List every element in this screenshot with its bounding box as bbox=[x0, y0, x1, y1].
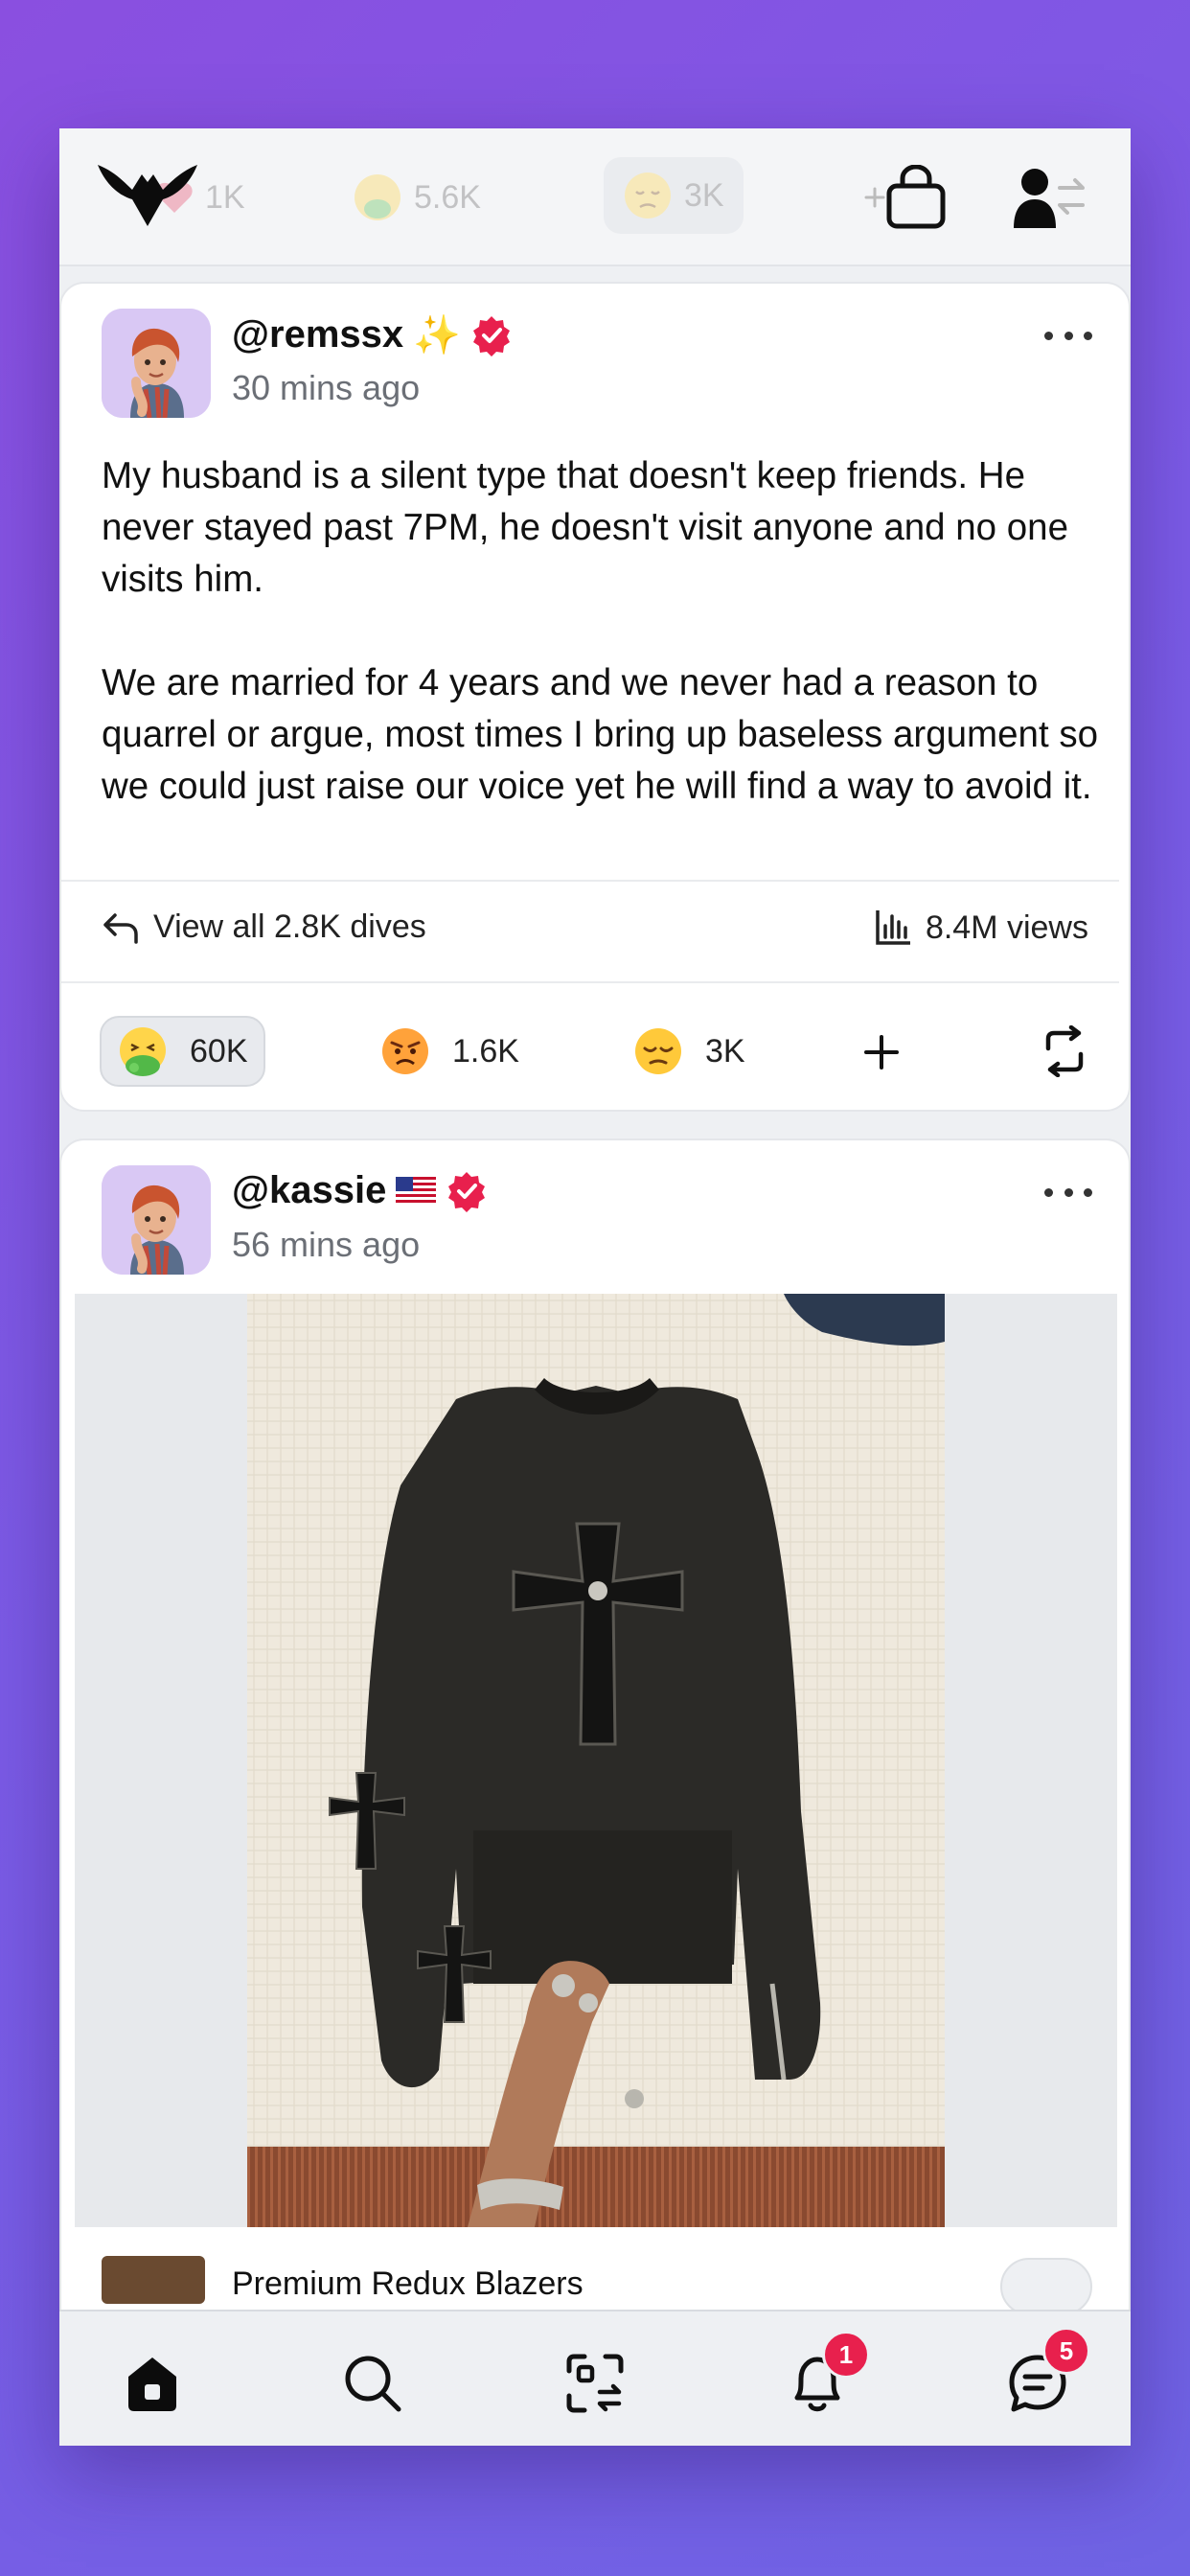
bar-chart-icon bbox=[876, 910, 910, 945]
reaction-count: 60K bbox=[190, 1032, 248, 1070]
home-icon[interactable] bbox=[119, 2350, 186, 2417]
messages-badge: 5 bbox=[1042, 2327, 1090, 2375]
avatar[interactable] bbox=[102, 309, 211, 418]
more-options-icon[interactable] bbox=[1044, 1188, 1092, 1204]
view-dives-link[interactable]: View all 2.8K dives bbox=[102, 908, 426, 946]
reaction-count: 1.6K bbox=[452, 1032, 519, 1070]
scan-exchange-icon[interactable] bbox=[561, 2350, 629, 2417]
post-time: 56 mins ago bbox=[232, 1225, 421, 1264]
us-flag-icon bbox=[396, 1176, 437, 1206]
post-card: @remssx ✨ 30 mins ago My husband is a si… bbox=[59, 282, 1131, 1112]
more-options-icon[interactable] bbox=[1044, 332, 1092, 347]
shopping-bag-add-icon[interactable] bbox=[862, 165, 949, 230]
notifications-badge: 1 bbox=[822, 2331, 870, 2379]
sparkles-icon: ✨ bbox=[413, 313, 461, 357]
add-to-bag-button[interactable] bbox=[1000, 2258, 1092, 2315]
stat-value: 5.6K bbox=[414, 178, 481, 216]
product-thumbnail[interactable] bbox=[102, 2256, 205, 2304]
post-author[interactable]: @remssx ✨ bbox=[232, 312, 513, 357]
views-count: 8.4M views bbox=[874, 908, 1088, 947]
memoji-avatar-icon bbox=[102, 1165, 211, 1275]
stat-pensive: 3K bbox=[604, 157, 744, 234]
reaction-bar: 60K 1.6K 3K bbox=[61, 1008, 1131, 1094]
post-author[interactable]: @kassie bbox=[232, 1169, 488, 1212]
bottom-tab-bar: 1 5 bbox=[59, 2310, 1131, 2446]
search-icon[interactable] bbox=[339, 2350, 406, 2417]
app-logo[interactable] bbox=[96, 161, 199, 228]
reaction-pensive[interactable]: 3K bbox=[632, 1016, 745, 1087]
views-label: 8.4M views bbox=[925, 908, 1088, 946]
add-reaction-icon[interactable] bbox=[862, 1033, 901, 1071]
post-paragraph: We are married for 4 years and we never … bbox=[102, 662, 1099, 807]
switch-account-icon[interactable] bbox=[1012, 163, 1092, 230]
nauseated-face-icon bbox=[120, 1027, 166, 1076]
post-paragraph: My husband is a silent type that doesn't… bbox=[102, 455, 1069, 600]
reaction-count: 3K bbox=[705, 1032, 745, 1070]
divider bbox=[61, 880, 1119, 882]
repost-icon[interactable] bbox=[1037, 1025, 1092, 1077]
pensive-face-icon bbox=[635, 1028, 681, 1074]
reaction-nauseated[interactable]: 60K bbox=[100, 1016, 265, 1087]
nauseated-face-icon bbox=[355, 174, 400, 220]
pensive-face-icon bbox=[625, 172, 671, 218]
top-bar: 1K 5.6K 3K bbox=[59, 128, 1131, 266]
handle-text: @remssx bbox=[232, 313, 404, 356]
stat-nauseated: 5.6K bbox=[353, 128, 481, 266]
stat-value: 1K bbox=[205, 178, 245, 216]
post-card: @kassie 56 mins ago Premium Redux Blazer… bbox=[59, 1138, 1131, 2384]
post-time: 30 mins ago bbox=[232, 368, 421, 407]
verified-badge-icon bbox=[472, 315, 510, 356]
dives-label: View all 2.8K dives bbox=[153, 908, 426, 945]
leather-jacket-photo bbox=[247, 1294, 945, 2227]
verified-badge-icon bbox=[448, 1171, 486, 1212]
handle-text: @kassie bbox=[232, 1169, 387, 1211]
reply-arrow-icon bbox=[103, 912, 138, 944]
product-title[interactable]: Premium Redux Blazers bbox=[232, 2266, 584, 2303]
angry-face-icon bbox=[382, 1028, 428, 1074]
post-media[interactable] bbox=[75, 1294, 1117, 2227]
post-body: My husband is a silent type that doesn't… bbox=[102, 450, 1098, 813]
stat-value: 3K bbox=[684, 176, 724, 214]
reaction-angry[interactable]: 1.6K bbox=[379, 1016, 519, 1087]
avatar[interactable] bbox=[102, 1165, 211, 1275]
app-screen: 1K 5.6K 3K @remssx ✨ 30 mins ago My husb… bbox=[59, 128, 1131, 2446]
memoji-avatar-icon bbox=[102, 309, 211, 418]
divider bbox=[61, 981, 1119, 983]
